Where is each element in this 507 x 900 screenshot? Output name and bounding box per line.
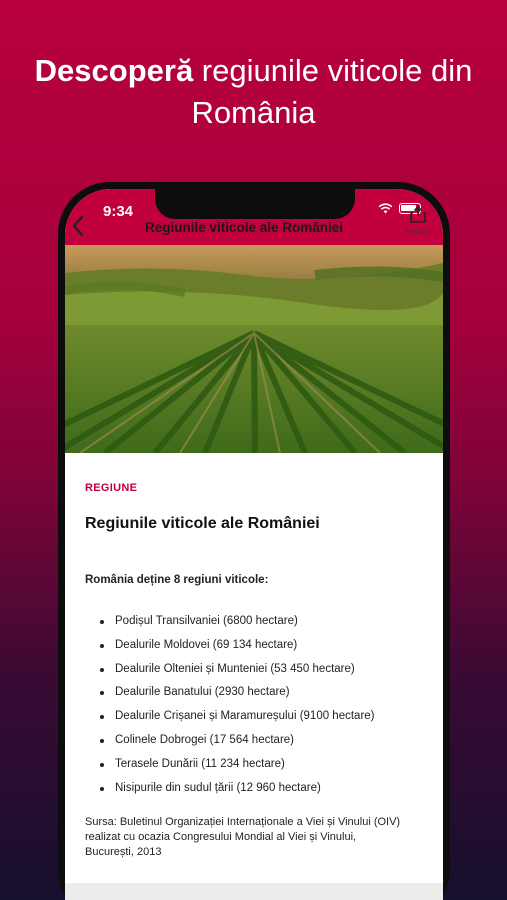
- phone-screen: 9:34 Regiunile viticole ale României SHA…: [65, 189, 443, 900]
- list-item: Dealurile Olteniei și Munteniei (53 450 …: [100, 658, 375, 682]
- promo-headline: Descoperă regiunile viticole din România: [0, 50, 507, 134]
- list-item: Colinele Dobrogei (17 564 hectare): [100, 729, 375, 753]
- promo-headline-rest: regiunile viticole din România: [191, 53, 473, 130]
- share-button[interactable]: SHARE: [401, 205, 435, 236]
- vineyard-image: [65, 245, 443, 453]
- nav-title: Regiunile viticole ale României: [145, 220, 344, 235]
- vineyard-illustration: [65, 245, 443, 453]
- list-item: Dealurile Banatului (2930 hectare): [100, 681, 375, 705]
- category-tag: REGIUNE: [85, 482, 138, 494]
- list-item: Nisipurile din sudul țării (12 960 hecta…: [100, 777, 375, 801]
- region-list: Podișul Transilvaniei (6800 hectare) Dea…: [100, 610, 375, 800]
- list-item: Podișul Transilvaniei (6800 hectare): [100, 610, 375, 634]
- phone-notch: [155, 189, 355, 219]
- source-note: Sursa: Buletinul Organizației Internațio…: [85, 816, 401, 858]
- article-card: REGIUNE Regiunile viticole ale României …: [65, 453, 443, 883]
- bottom-area: [65, 883, 443, 900]
- chevron-left-icon: [72, 215, 84, 237]
- promo-headline-bold: Descoperă: [34, 53, 194, 88]
- list-item: Terasele Dunării (11 234 hectare): [100, 753, 375, 777]
- share-label: SHARE: [405, 229, 431, 236]
- phone-frame: 9:34 Regiunile viticole ale României SHA…: [58, 182, 450, 900]
- back-button[interactable]: [71, 215, 95, 239]
- article-title: Regiunile viticole ale României: [85, 515, 320, 532]
- article-intro: România deține 8 regiuni viticole:: [85, 574, 269, 586]
- wifi-icon: [378, 203, 393, 214]
- share-icon: [410, 205, 426, 223]
- list-item: Dealurile Crișanei și Maramureșului (910…: [100, 705, 375, 729]
- list-item: Dealurile Moldovei (69 134 hectare): [100, 634, 375, 658]
- status-time: 9:34: [103, 203, 134, 220]
